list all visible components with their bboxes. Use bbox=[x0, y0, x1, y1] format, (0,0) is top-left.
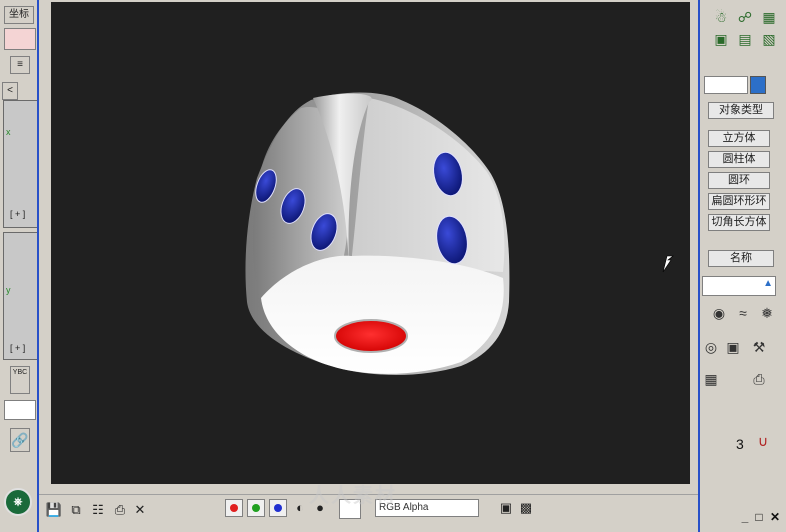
geometry-icon[interactable]: ▣ bbox=[712, 30, 730, 48]
close-button[interactable]: ✕ bbox=[768, 510, 782, 524]
minimize-button[interactable]: _ bbox=[738, 510, 752, 524]
scroll-left-button[interactable]: < bbox=[2, 82, 18, 100]
print-icon[interactable]: ⎙ bbox=[111, 501, 129, 519]
rendered-dice bbox=[245, 92, 674, 375]
green-channel-toggle[interactable] bbox=[247, 499, 265, 517]
command-panel: ☃ ☍ ▦ ▣ ▤ ▧ 对象类型 立方体 圆柱体 圆环 扁圆环形环 切角长方体 … bbox=[700, 0, 786, 532]
left-panel: 坐标 ≡ < x [ + ] y [ + ] YBC 🔗 ⎈ bbox=[0, 0, 38, 532]
axis-y-label: y bbox=[6, 285, 11, 295]
red-channel-toggle[interactable] bbox=[225, 499, 243, 517]
maximize-button[interactable]: □ bbox=[752, 510, 766, 524]
snapshot-icon[interactable]: ⎙ bbox=[750, 370, 768, 388]
blue-channel-toggle[interactable] bbox=[269, 499, 287, 517]
rendered-frame-window: 💾 ⧉ ☷ ⎙ ✕ ◐ ● RGB Alpha ▣ ▩ 人人素材 bbox=[37, 0, 700, 532]
axis-x-label: x bbox=[6, 127, 11, 137]
name-color-header: 名称 bbox=[708, 250, 774, 267]
checker-icon[interactable]: ▦ bbox=[702, 370, 720, 388]
save-icon[interactable]: 💾 bbox=[45, 501, 63, 519]
modify-icon[interactable]: ☍ bbox=[736, 8, 754, 26]
color-swatch[interactable] bbox=[4, 28, 36, 50]
watermark-text: 人人素材 bbox=[309, 485, 397, 507]
object-color-swatch[interactable] bbox=[750, 76, 766, 94]
pip-bottom bbox=[334, 319, 408, 353]
ring-wave-button[interactable]: 扁圆环形环 bbox=[708, 193, 770, 210]
box-button[interactable]: 立方体 bbox=[708, 130, 770, 147]
shapes-icon[interactable]: ▤ bbox=[736, 30, 754, 48]
viewport-top[interactable]: x [ + ] bbox=[3, 100, 38, 228]
number-label: 3 bbox=[736, 436, 744, 452]
clear-button[interactable]: ✕ bbox=[131, 501, 149, 519]
alpha-channel-icon[interactable]: ◐ bbox=[291, 499, 309, 517]
display-icon[interactable]: ▣ bbox=[724, 338, 742, 356]
hierarchy-icon[interactable]: ▦ bbox=[760, 8, 778, 26]
link-icon[interactable]: 🔗 bbox=[10, 428, 30, 452]
toggle-ui-icon[interactable]: ▩ bbox=[517, 499, 535, 517]
dice-bottom-face bbox=[261, 255, 504, 374]
chamfer-box-button[interactable]: 切角长方体 bbox=[708, 214, 770, 231]
clone-icon[interactable]: ☷ bbox=[89, 501, 107, 519]
chevron-up-icon[interactable]: ▲ bbox=[763, 278, 773, 289]
motion-icon[interactable]: ◎ bbox=[702, 338, 720, 356]
tool-button[interactable]: YBC bbox=[10, 366, 30, 394]
torus-button[interactable]: 圆环 bbox=[708, 172, 770, 189]
toggle-ui-overlay-icon[interactable]: ▣ bbox=[497, 499, 515, 517]
viewport-left[interactable]: y [ + ] bbox=[3, 232, 38, 360]
cylinder-button[interactable]: 圆柱体 bbox=[708, 151, 770, 168]
create-icon[interactable]: ☃ bbox=[712, 8, 730, 26]
name-field[interactable] bbox=[704, 76, 748, 94]
render-frame-toolbar: 💾 ⧉ ☷ ⎙ ✕ ◐ ● RGB Alpha ▣ ▩ 人人素材 bbox=[39, 485, 698, 531]
empty-field[interactable] bbox=[4, 400, 36, 420]
parameter-field[interactable]: ▲ bbox=[702, 276, 776, 296]
camera-icon[interactable]: ◉ bbox=[710, 304, 728, 322]
magnet-icon[interactable]: ∪ bbox=[754, 432, 772, 450]
utilities-icon[interactable]: ⚒ bbox=[750, 338, 768, 356]
copy-icon[interactable]: ⧉ bbox=[67, 501, 85, 519]
viewport-label: [ + ] bbox=[10, 343, 26, 353]
wave-icon[interactable]: ≈ bbox=[734, 304, 752, 322]
viewport-label: [ + ] bbox=[10, 209, 26, 219]
mouse-cursor-icon bbox=[662, 255, 674, 273]
coordinate-label: 坐标 bbox=[4, 6, 34, 24]
app-logo-icon[interactable]: ⎈ bbox=[4, 488, 32, 516]
render-canvas bbox=[51, 2, 690, 484]
object-type-header: 对象类型 bbox=[708, 102, 774, 119]
lights-icon[interactable]: ▧ bbox=[760, 30, 778, 48]
align-icon[interactable]: ≡ bbox=[10, 56, 30, 74]
particle-icon[interactable]: ❅ bbox=[758, 304, 776, 322]
dice-right-face bbox=[351, 98, 505, 272]
